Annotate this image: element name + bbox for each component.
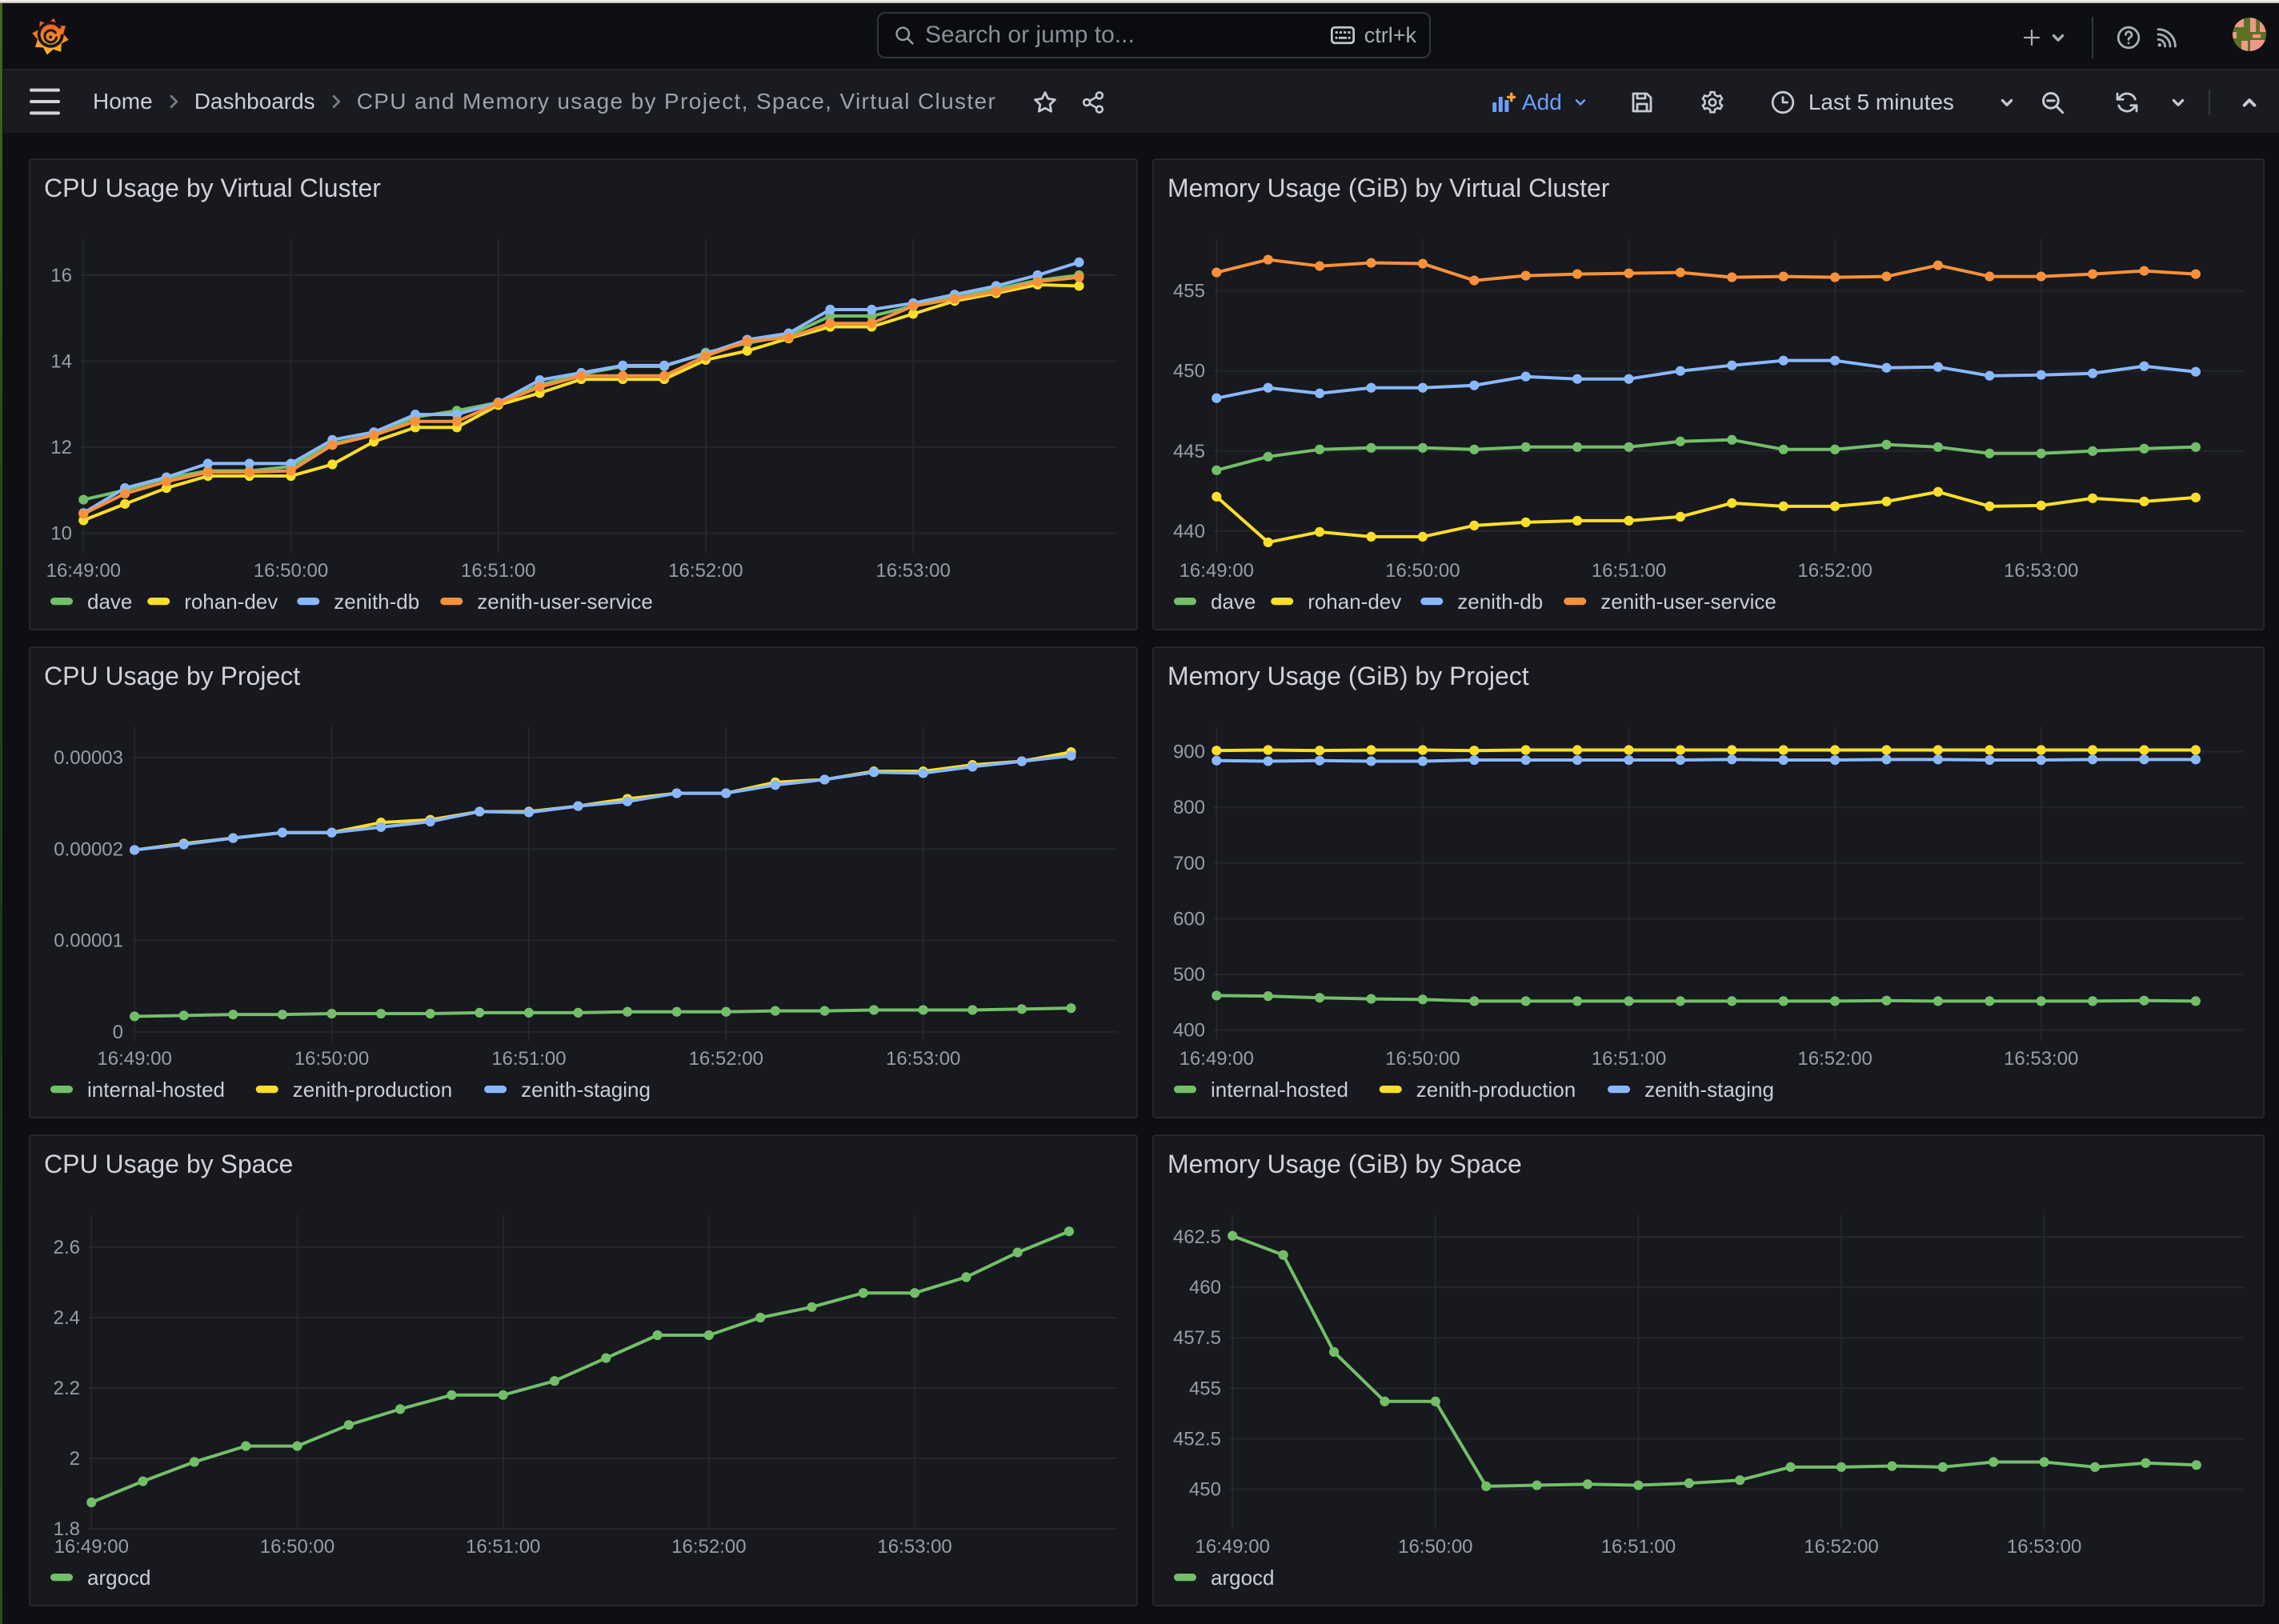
svg-text:zenith-staging: zenith-staging bbox=[1644, 1078, 1774, 1102]
svg-text:dave: dave bbox=[87, 590, 132, 614]
svg-text:16:52:00: 16:52:00 bbox=[1804, 1536, 1878, 1558]
svg-text:450: 450 bbox=[1173, 361, 1205, 382]
svg-text:16:53:00: 16:53:00 bbox=[2007, 1536, 2081, 1558]
svg-text:zenith-staging: zenith-staging bbox=[521, 1078, 651, 1102]
svg-text:zenith-user-service: zenith-user-service bbox=[477, 590, 653, 614]
svg-text:16:51:00: 16:51:00 bbox=[1592, 560, 1666, 582]
svg-text:16:52:00: 16:52:00 bbox=[668, 560, 743, 582]
svg-text:900: 900 bbox=[1173, 742, 1205, 763]
svg-text:16:52:00: 16:52:00 bbox=[1797, 1048, 1872, 1070]
svg-text:16:53:00: 16:53:00 bbox=[2004, 1048, 2078, 1070]
svg-text:455: 455 bbox=[1173, 281, 1205, 302]
svg-text:CPU Usage by Project: CPU Usage by Project bbox=[44, 662, 300, 690]
svg-text:700: 700 bbox=[1173, 853, 1205, 874]
svg-text:0.00003: 0.00003 bbox=[54, 747, 123, 769]
svg-text:zenith-production: zenith-production bbox=[1416, 1078, 1576, 1102]
svg-text:16:51:00: 16:51:00 bbox=[461, 560, 535, 582]
svg-text:internal-hosted: internal-hosted bbox=[87, 1078, 225, 1102]
svg-text:2.4: 2.4 bbox=[54, 1307, 80, 1329]
svg-text:2: 2 bbox=[70, 1448, 80, 1470]
svg-text:10: 10 bbox=[50, 523, 72, 545]
svg-text:argocd: argocd bbox=[87, 1566, 151, 1590]
svg-text:600: 600 bbox=[1173, 908, 1205, 930]
svg-text:2.6: 2.6 bbox=[54, 1237, 80, 1258]
svg-text:0.00001: 0.00001 bbox=[54, 930, 123, 952]
svg-text:16:50:00: 16:50:00 bbox=[1385, 560, 1460, 582]
svg-text:rohan-dev: rohan-dev bbox=[1308, 590, 1401, 614]
svg-text:rohan-dev: rohan-dev bbox=[184, 590, 278, 614]
svg-text:455: 455 bbox=[1189, 1378, 1221, 1399]
svg-text:Memory Usage (GiB) by Virtual: Memory Usage (GiB) by Virtual Cluster bbox=[1168, 174, 1610, 202]
svg-text:16:52:00: 16:52:00 bbox=[671, 1536, 746, 1558]
svg-text:16:49:00: 16:49:00 bbox=[1196, 1536, 1270, 1558]
svg-text:CPU Usage by Space: CPU Usage by Space bbox=[44, 1150, 293, 1178]
svg-text:16:53:00: 16:53:00 bbox=[877, 1536, 951, 1558]
svg-text:Memory Usage (GiB) by Space: Memory Usage (GiB) by Space bbox=[1168, 1150, 1522, 1178]
svg-text:zenith-user-service: zenith-user-service bbox=[1600, 590, 1776, 614]
svg-text:16:51:00: 16:51:00 bbox=[1592, 1048, 1666, 1070]
svg-text:400: 400 bbox=[1173, 1020, 1205, 1042]
svg-text:440: 440 bbox=[1173, 521, 1205, 542]
svg-text:0: 0 bbox=[113, 1022, 123, 1043]
svg-text:16:50:00: 16:50:00 bbox=[294, 1048, 369, 1070]
svg-text:zenith-db: zenith-db bbox=[1457, 590, 1543, 614]
svg-text:460: 460 bbox=[1189, 1277, 1221, 1298]
svg-text:dave: dave bbox=[1211, 590, 1256, 614]
svg-text:462.5: 462.5 bbox=[1173, 1226, 1221, 1248]
svg-text:16:53:00: 16:53:00 bbox=[2004, 560, 2078, 582]
svg-text:12: 12 bbox=[50, 437, 72, 458]
svg-text:16:52:00: 16:52:00 bbox=[1797, 560, 1872, 582]
svg-text:16:50:00: 16:50:00 bbox=[254, 560, 328, 582]
svg-text:452.5: 452.5 bbox=[1173, 1428, 1221, 1450]
svg-text:16:53:00: 16:53:00 bbox=[886, 1048, 960, 1070]
svg-text:500: 500 bbox=[1173, 964, 1205, 986]
svg-text:16:50:00: 16:50:00 bbox=[260, 1536, 334, 1558]
svg-text:445: 445 bbox=[1173, 441, 1205, 462]
svg-text:16:53:00: 16:53:00 bbox=[875, 560, 950, 582]
svg-text:16:51:00: 16:51:00 bbox=[491, 1048, 566, 1070]
svg-text:800: 800 bbox=[1173, 797, 1205, 818]
svg-text:0.00002: 0.00002 bbox=[54, 838, 123, 860]
svg-text:16:49:00: 16:49:00 bbox=[1180, 560, 1254, 582]
svg-text:zenith-production: zenith-production bbox=[293, 1078, 452, 1102]
svg-text:16:49:00: 16:49:00 bbox=[97, 1048, 171, 1070]
svg-text:zenith-db: zenith-db bbox=[334, 590, 419, 614]
svg-text:16:49:00: 16:49:00 bbox=[46, 560, 121, 582]
svg-text:16: 16 bbox=[50, 265, 72, 286]
svg-text:16:52:00: 16:52:00 bbox=[689, 1048, 763, 1070]
svg-text:16:51:00: 16:51:00 bbox=[466, 1536, 540, 1558]
svg-text:2.2: 2.2 bbox=[54, 1378, 80, 1399]
svg-text:14: 14 bbox=[50, 351, 72, 373]
svg-text:Memory Usage (GiB) by Project: Memory Usage (GiB) by Project bbox=[1168, 662, 1529, 690]
svg-text:16:51:00: 16:51:00 bbox=[1601, 1536, 1676, 1558]
svg-text:argocd: argocd bbox=[1211, 1566, 1275, 1590]
svg-text:450: 450 bbox=[1189, 1479, 1221, 1501]
svg-text:16:49:00: 16:49:00 bbox=[1180, 1048, 1254, 1070]
svg-text:1.8: 1.8 bbox=[54, 1518, 80, 1540]
svg-text:16:50:00: 16:50:00 bbox=[1385, 1048, 1460, 1070]
svg-text:internal-hosted: internal-hosted bbox=[1211, 1078, 1348, 1102]
svg-text:457.5: 457.5 bbox=[1173, 1327, 1221, 1349]
svg-text:CPU Usage by Virtual Cluster: CPU Usage by Virtual Cluster bbox=[44, 174, 381, 202]
svg-text:16:50:00: 16:50:00 bbox=[1398, 1536, 1472, 1558]
